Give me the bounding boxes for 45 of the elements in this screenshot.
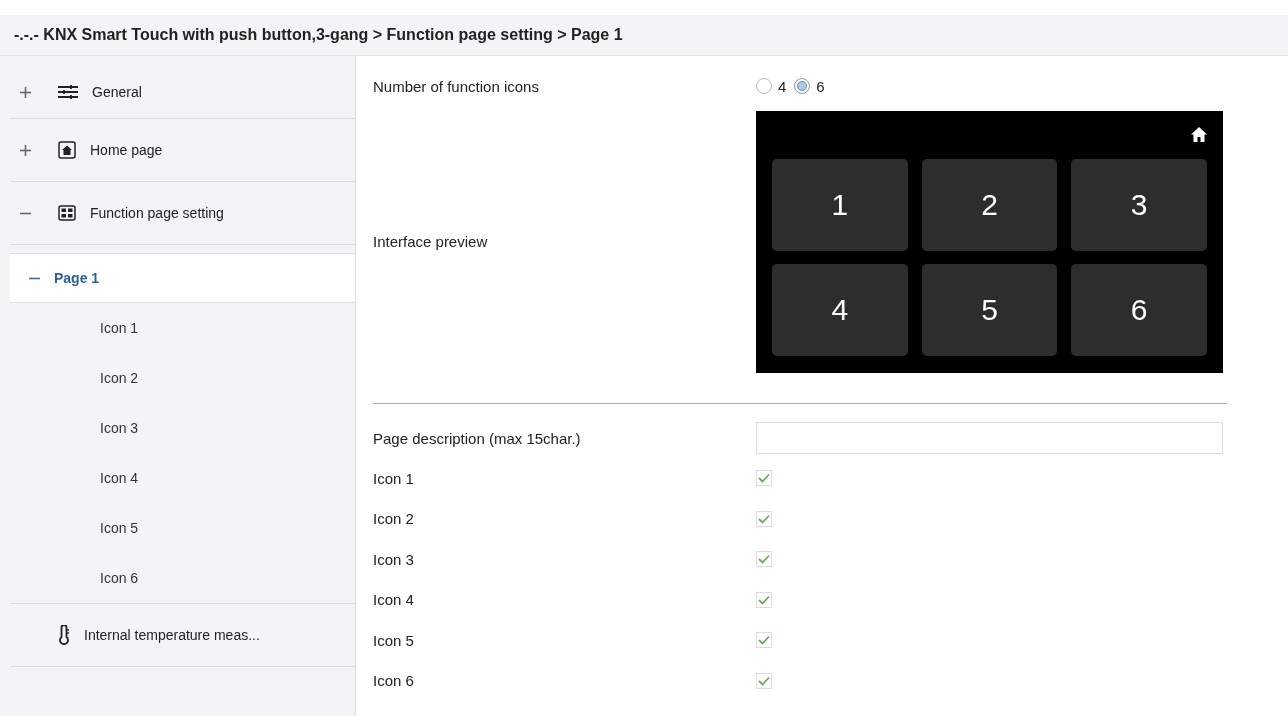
setting-label: Icon 5 xyxy=(373,631,415,649)
setting-label: Number of function icons xyxy=(373,77,540,95)
sidebar-item[interactable]: Internal temperature meas... xyxy=(10,603,355,667)
checkbox[interactable] xyxy=(756,551,772,568)
sliders-icon xyxy=(58,84,78,100)
sidebar-item[interactable]: General xyxy=(10,66,355,119)
tree-item[interactable]: Icon 3 xyxy=(0,403,355,453)
breadcrumb-text: -.-.- KNX Smart Touch with push button,3-gang > Function page setting > Page 1 xyxy=(14,26,623,44)
grid-icon xyxy=(58,205,76,221)
sidebar-item[interactable]: Home page xyxy=(10,119,355,182)
thermometer-icon xyxy=(58,625,70,645)
preview-tile: 1 xyxy=(772,159,908,251)
page-description-field[interactable] xyxy=(756,422,1223,454)
setting-label: Icon 1 xyxy=(373,469,415,487)
tree-item[interactable]: Icon 6 xyxy=(0,553,355,603)
tree-item[interactable]: Icon 2 xyxy=(0,353,355,403)
tree-item[interactable]: Page 1 xyxy=(10,253,355,303)
setting-label: Interface preview xyxy=(373,233,489,250)
preview-tile: 3 xyxy=(1071,159,1207,251)
tree-item[interactable]: Icon 5 xyxy=(0,503,355,553)
setting-label: Icon 4 xyxy=(373,591,415,609)
checkbox[interactable] xyxy=(756,470,772,487)
radio-button[interactable] xyxy=(794,78,811,94)
preview-tile: 5 xyxy=(921,264,1058,356)
checkbox[interactable] xyxy=(756,510,772,527)
setting-label: Icon 3 xyxy=(373,550,415,568)
tree-item[interactable]: Icon 1 xyxy=(0,303,355,353)
checkbox[interactable] xyxy=(756,632,772,649)
setting-label: Icon 6 xyxy=(373,672,415,690)
expand-icon[interactable] xyxy=(19,144,31,156)
radio-button[interactable] xyxy=(756,78,772,94)
home-icon xyxy=(58,141,76,159)
checkbox[interactable] xyxy=(756,672,772,689)
preview-tile: 6 xyxy=(1071,264,1207,356)
setting-label: Page description (max 15char.) xyxy=(373,429,582,447)
radio-option[interactable]: 4 xyxy=(756,77,787,95)
preview-tile: 4 xyxy=(772,264,908,356)
sidebar-item[interactable]: Function page setting xyxy=(10,182,355,245)
tree-item[interactable]: Icon 4 xyxy=(0,453,355,503)
radio-option[interactable]: 6 xyxy=(794,77,825,95)
home-icon xyxy=(1191,126,1207,142)
setting-label: Icon 2 xyxy=(373,510,415,528)
preview-tile: 2 xyxy=(921,159,1058,251)
expand-icon[interactable] xyxy=(19,86,31,98)
checkbox[interactable] xyxy=(756,591,772,608)
